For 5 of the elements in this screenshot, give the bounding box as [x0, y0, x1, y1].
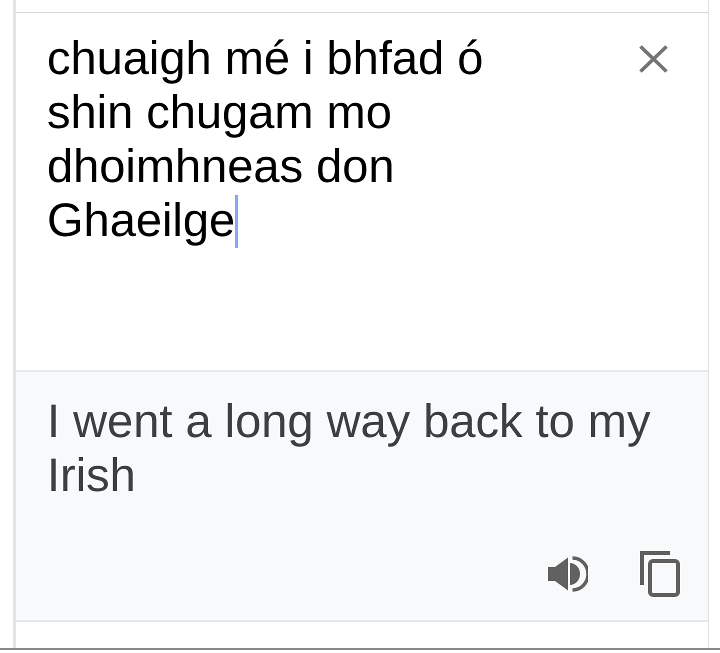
copy-icon[interactable]	[640, 551, 680, 597]
speaker-icon[interactable]	[548, 556, 588, 592]
close-icon[interactable]	[639, 45, 668, 73]
source-text-field[interactable]: chuaigh mé i bhfad ó shin chugam mo dhoimhneas don Ghaeilge	[47, 31, 537, 248]
translation-text: I went a long way back to my Irish	[47, 394, 652, 502]
